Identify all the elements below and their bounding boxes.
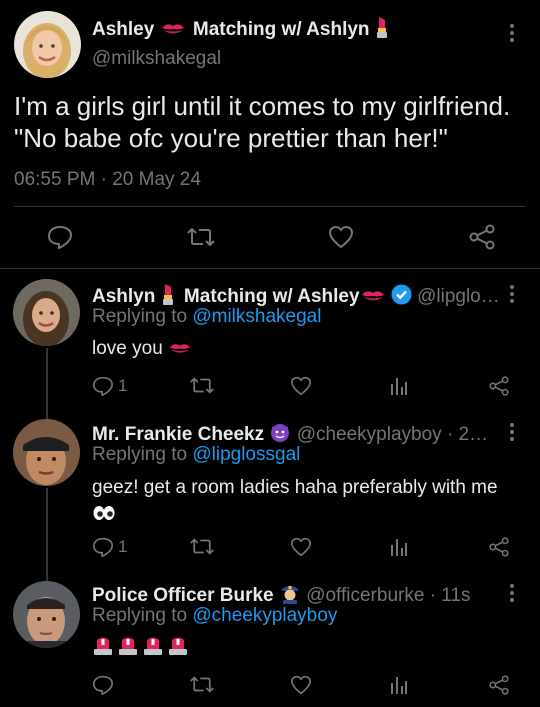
replying-to-label: Replying to (92, 306, 188, 327)
divider (0, 268, 540, 269)
analytics-icon[interactable] (390, 537, 408, 557)
reply-count: 1 (118, 376, 128, 395)
police-light-icon (117, 636, 139, 661)
display-name: Police Officer Burke (92, 585, 274, 606)
like-icon[interactable] (328, 225, 354, 249)
reply-text: geez! get a room ladies haha preferably … (92, 475, 532, 528)
main-author-handle[interactable]: @milkshakegal (92, 48, 221, 70)
avatar-ashley[interactable] (14, 11, 81, 78)
main-tweet-text: I'm a girls girl until it comes to my gi… (14, 90, 534, 154)
main-tweet-timestamp[interactable]: 06:55 PM · 20 May 24 (14, 169, 201, 191)
main-author-name[interactable]: Ashley Matching w/ Ashlyn (92, 16, 389, 44)
police-light-icon (142, 636, 164, 661)
reply-icon[interactable] (92, 675, 114, 695)
avatar-ashlyn[interactable] (13, 279, 80, 346)
share-icon[interactable] (468, 224, 496, 250)
thread-line (46, 348, 48, 421)
more-icon[interactable] (509, 423, 515, 441)
reply-author-handle[interactable]: @officerburke · 11s (306, 585, 470, 606)
timestamp-separator: · (100, 169, 107, 190)
like-icon[interactable] (290, 376, 312, 396)
replying-to: Replying to @milkshakegal (92, 306, 321, 328)
kiss-mark-icon (168, 341, 192, 363)
reply-text-content: love you (92, 338, 163, 359)
reply-icon (92, 376, 114, 396)
thread-line (46, 488, 48, 583)
replying-to-handle[interactable]: @cheekyplayboy (192, 605, 337, 626)
verified-icon (391, 284, 412, 311)
share-icon[interactable] (488, 537, 510, 557)
more-icon[interactable] (509, 24, 515, 42)
analytics-icon[interactable] (390, 675, 408, 695)
like-icon[interactable] (290, 675, 312, 695)
display-name-suffix: Matching w/ Ashlyn (192, 19, 370, 40)
display-name-suffix: Matching w/ Ashley (183, 286, 360, 307)
reply-text (92, 636, 189, 661)
retweet-icon[interactable] (189, 376, 215, 395)
replying-to-handle[interactable]: @lipglossgal (192, 444, 300, 465)
police-light-icon (92, 636, 114, 661)
reply-author-handle[interactable]: @cheekyplayboy · 2… (297, 424, 488, 445)
reply-icon (92, 537, 114, 557)
share-icon[interactable] (488, 376, 510, 396)
replying-to: Replying to @cheekyplayboy (92, 605, 337, 627)
avatar-frankie[interactable] (13, 419, 80, 486)
share-icon[interactable] (488, 675, 510, 695)
retweet-icon[interactable] (189, 537, 215, 556)
reply-author-handle[interactable]: @lipglo… (417, 286, 500, 307)
lipstick-icon (375, 16, 389, 44)
reply-icon[interactable] (47, 225, 73, 249)
reply-button[interactable]: 1 (92, 537, 127, 557)
retweet-icon[interactable] (189, 675, 215, 694)
reply-count: 1 (118, 537, 128, 556)
retweet-icon[interactable] (186, 226, 216, 248)
replying-to: Replying to @lipglossgal (92, 444, 300, 466)
divider (14, 206, 526, 207)
eyes-icon (92, 503, 116, 528)
reply-text: love you (92, 338, 192, 363)
reply-text-content: geez! get a room ladies haha preferably … (92, 477, 498, 498)
display-name: Mr. Frankie Cheekz (92, 424, 265, 445)
police-light-icon (167, 636, 189, 661)
like-icon[interactable] (290, 537, 312, 557)
reply-button[interactable]: 1 (92, 376, 127, 396)
replying-to-handle[interactable]: @milkshakegal (192, 306, 321, 327)
main-tweet-line-2: "No babe ofc you're prettier than her!" (14, 123, 448, 153)
display-name: Ashley (92, 19, 155, 40)
more-icon[interactable] (509, 584, 515, 602)
display-name: Ashlyn (92, 286, 156, 307)
tweet-date: 20 May 24 (112, 169, 201, 190)
main-tweet-line-1: I'm a girls girl until it comes to my gi… (14, 91, 511, 121)
analytics-icon[interactable] (390, 376, 408, 396)
replying-to-label: Replying to (92, 605, 188, 626)
kiss-mark-icon (360, 288, 386, 311)
kiss-mark-icon (160, 21, 186, 44)
replying-to-label: Replying to (92, 444, 188, 465)
avatar-officer-burke[interactable] (13, 581, 80, 648)
more-icon[interactable] (509, 285, 515, 303)
tweet-time: 06:55 PM (14, 169, 96, 190)
